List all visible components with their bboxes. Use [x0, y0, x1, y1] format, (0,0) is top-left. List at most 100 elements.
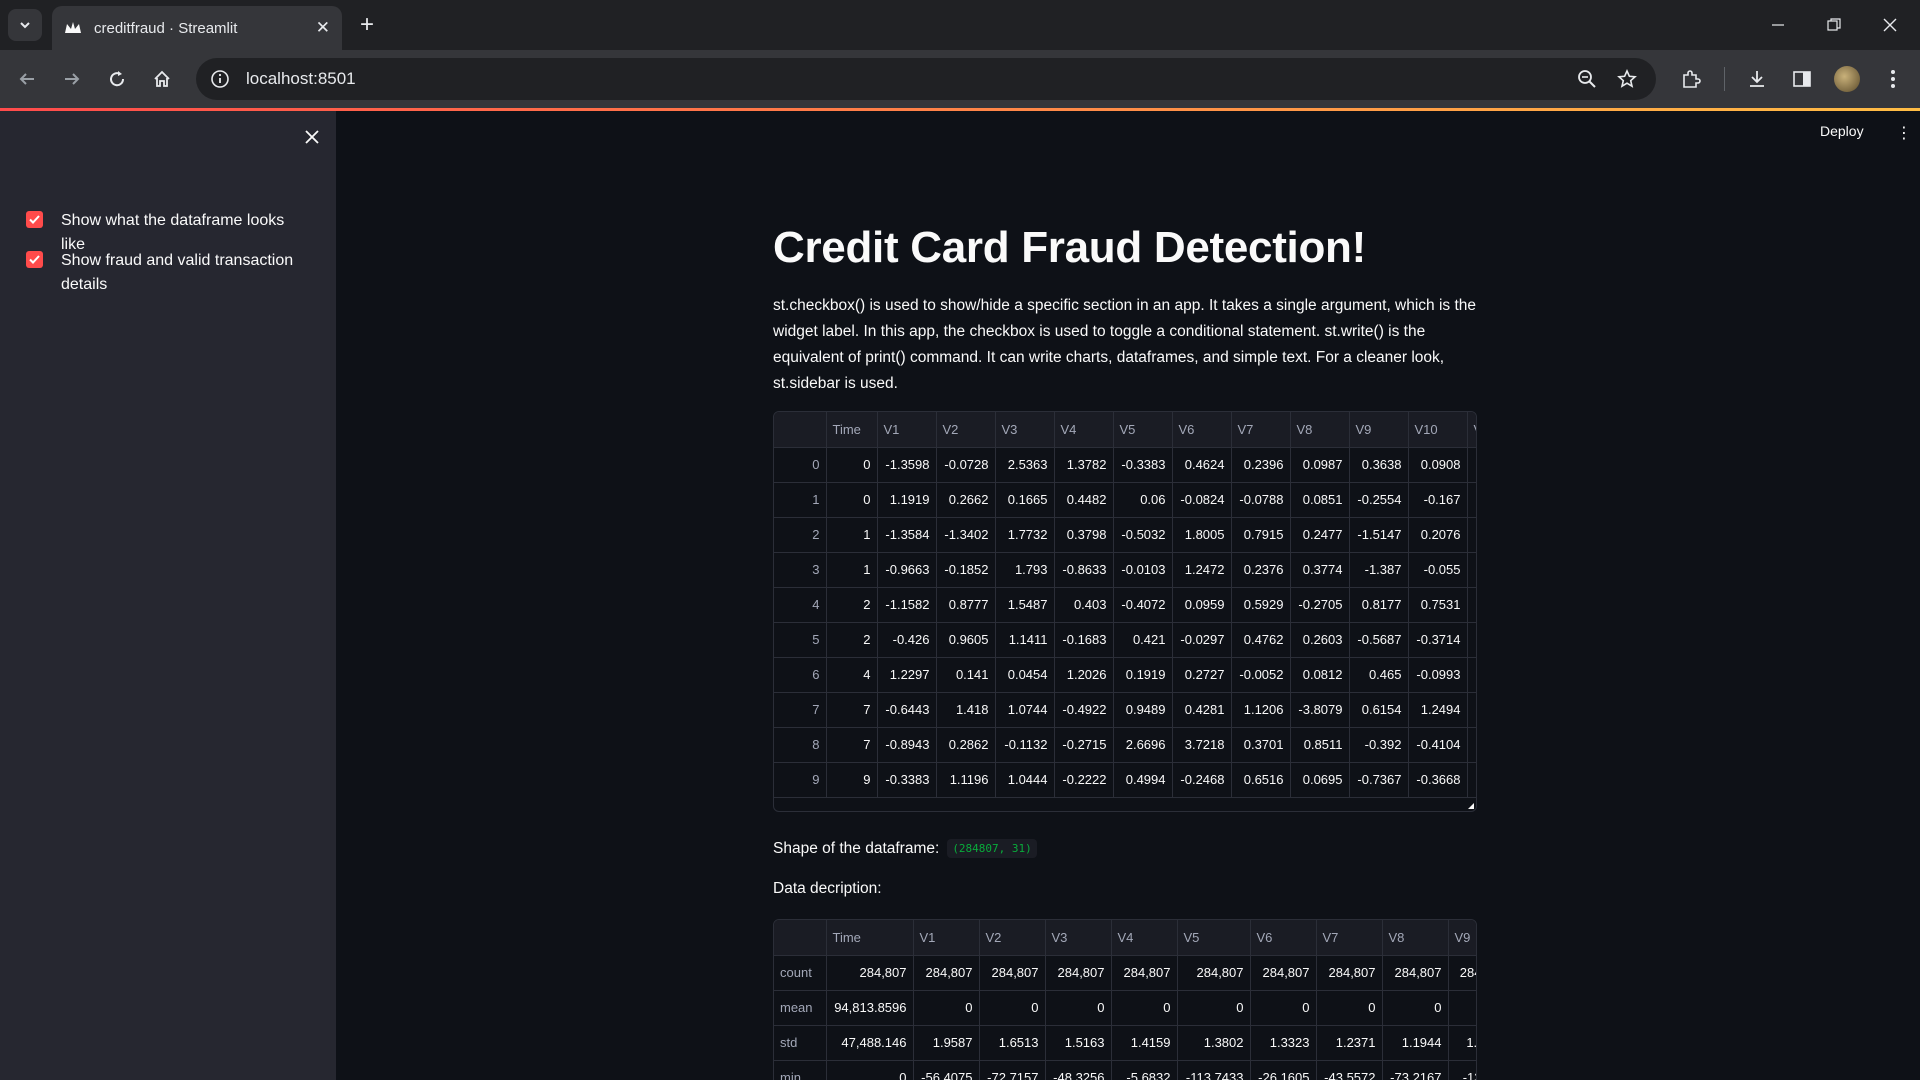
table-cell[interactable]: 0: [1045, 990, 1112, 1026]
table-cell[interactable]: 284,807: [913, 955, 980, 991]
table-cell[interactable]: 94,813.8596: [826, 990, 914, 1026]
table-cell[interactable]: 0: [913, 990, 980, 1026]
table-cell[interactable]: 1.(: [1448, 1025, 1476, 1061]
table-cell[interactable]: 1.4159: [1111, 1025, 1178, 1061]
table-cell[interactable]: 0.0851: [1290, 482, 1350, 518]
table-cell[interactable]: 1.6513: [979, 1025, 1046, 1061]
table-cell[interactable]: [1448, 990, 1476, 1026]
table-cell[interactable]: 1.793: [995, 552, 1055, 588]
table-cell[interactable]: -0.0824: [1172, 482, 1232, 518]
table-cell[interactable]: -0.0297: [1172, 622, 1232, 658]
table-cell[interactable]: 284,807: [1316, 955, 1383, 991]
table-cell[interactable]: 284,807: [1177, 955, 1251, 991]
column-header[interactable]: V2: [936, 412, 996, 448]
table-cell[interactable]: -0.2468: [1172, 762, 1232, 798]
table-cell[interactable]: -: [1467, 552, 1476, 588]
table-cell[interactable]: 9: [826, 762, 878, 798]
restore-button[interactable]: [1814, 10, 1854, 40]
table-cell[interactable]: 284,807: [979, 955, 1046, 991]
table-cell[interactable]: 47,488.146: [826, 1025, 914, 1061]
table-cell[interactable]: 1.2026: [1054, 657, 1114, 693]
table-cell[interactable]: 0: [1382, 990, 1449, 1026]
table-cell[interactable]: 0.8511: [1290, 727, 1350, 763]
table-cell[interactable]: 0.7531: [1408, 587, 1468, 623]
table-cell[interactable]: -0.5687: [1349, 622, 1409, 658]
checkbox-checked-icon[interactable]: [26, 211, 43, 228]
table-cell[interactable]: -0.1683: [1054, 622, 1114, 658]
table-cell[interactable]: -26.1605: [1250, 1060, 1317, 1080]
minimize-button[interactable]: [1758, 10, 1798, 40]
table-cell[interactable]: 0: [1316, 990, 1383, 1026]
extensions-button[interactable]: [1674, 62, 1708, 96]
table-cell[interactable]: 0.0987: [1290, 447, 1350, 483]
dataframe-preview[interactable]: TimeV1V2V3V4V5V6V7V8V9V10V00-1.3598-0.07…: [773, 411, 1477, 812]
table-cell[interactable]: 0.9489: [1113, 692, 1173, 728]
column-header[interactable]: V7: [1231, 412, 1291, 448]
table-cell[interactable]: -1.3598: [877, 447, 937, 483]
table-cell[interactable]: 284,807: [1111, 955, 1178, 991]
resize-handle[interactable]: [1468, 803, 1474, 809]
table-cell[interactable]: 0.4994: [1113, 762, 1173, 798]
table-cell[interactable]: 1.8005: [1172, 517, 1232, 553]
table-cell[interactable]: -0.5032: [1113, 517, 1173, 553]
table-cell[interactable]: 0.0812: [1290, 657, 1350, 693]
table-cell[interactable]: 1.1944: [1382, 1025, 1449, 1061]
table-cell[interactable]: 0.0695: [1290, 762, 1350, 798]
table-cell[interactable]: -0.9663: [877, 552, 937, 588]
table-cell[interactable]: -: [1467, 727, 1476, 763]
table-cell[interactable]: -: [1467, 657, 1476, 693]
back-button[interactable]: [10, 62, 44, 96]
table-cell[interactable]: -1.387: [1349, 552, 1409, 588]
table-cell[interactable]: 0.4482: [1054, 482, 1114, 518]
sidebar-close-button[interactable]: [300, 125, 324, 149]
table-cell[interactable]: 1.1196: [936, 762, 996, 798]
downloads-button[interactable]: [1740, 62, 1774, 96]
table-cell[interactable]: 3.7218: [1172, 727, 1232, 763]
table-cell[interactable]: 0: [979, 990, 1046, 1026]
table-cell[interactable]: -0.392: [1349, 727, 1409, 763]
table-cell[interactable]: -0.8943: [877, 727, 937, 763]
table-cell[interactable]: 284,807: [1382, 955, 1449, 991]
forward-button[interactable]: [55, 62, 89, 96]
table-cell[interactable]: 0.421: [1113, 622, 1173, 658]
column-header[interactable]: V6: [1250, 920, 1317, 956]
close-window-button[interactable]: [1870, 10, 1910, 40]
table-cell[interactable]: -3.8079: [1290, 692, 1350, 728]
table-cell[interactable]: 0.2396: [1231, 447, 1291, 483]
column-header[interactable]: Time: [826, 920, 914, 956]
address-bar[interactable]: localhost:8501: [196, 58, 1656, 100]
table-cell[interactable]: 1.2494: [1408, 692, 1468, 728]
column-header[interactable]: V9: [1448, 920, 1476, 956]
table-cell[interactable]: -5.6832: [1111, 1060, 1178, 1080]
table-cell[interactable]: -0.0993: [1408, 657, 1468, 693]
table-cell[interactable]: 1.0444: [995, 762, 1055, 798]
table-cell[interactable]: 0.2727: [1172, 657, 1232, 693]
table-cell[interactable]: 0.2603: [1290, 622, 1350, 658]
table-cell[interactable]: -0.8633: [1054, 552, 1114, 588]
checkbox-show-fraud-details[interactable]: Show fraud and valid transaction details: [26, 249, 311, 297]
table-cell[interactable]: 2: [826, 587, 878, 623]
table-cell[interactable]: 7: [826, 692, 878, 728]
table-cell[interactable]: 0.4624: [1172, 447, 1232, 483]
table-cell[interactable]: -0.3714: [1408, 622, 1468, 658]
table-cell[interactable]: 0.2862: [936, 727, 996, 763]
table-cell[interactable]: 0.2076: [1408, 517, 1468, 553]
profile-button[interactable]: [1830, 62, 1864, 96]
table-cell[interactable]: 0.141: [936, 657, 996, 693]
table-cell[interactable]: 1.9587: [913, 1025, 980, 1061]
table-cell[interactable]: -72.7157: [979, 1060, 1046, 1080]
table-cell[interactable]: -0.2222: [1054, 762, 1114, 798]
table-cell[interactable]: 0.3638: [1349, 447, 1409, 483]
table-cell[interactable]: 0: [1250, 990, 1317, 1026]
checkbox-checked-icon[interactable]: [26, 251, 43, 268]
table-cell[interactable]: -0.4104: [1408, 727, 1468, 763]
table-cell[interactable]: -1.1582: [877, 587, 937, 623]
table-cell[interactable]: 1: [826, 517, 878, 553]
table-cell[interactable]: 2: [826, 622, 878, 658]
table-cell[interactable]: 1: [826, 552, 878, 588]
table-cell[interactable]: -0.1132: [995, 727, 1055, 763]
main-menu-icon[interactable]: ⋮: [1896, 123, 1912, 143]
table-cell[interactable]: 284,807: [1250, 955, 1317, 991]
table-cell[interactable]: -1.3584: [877, 517, 937, 553]
column-header[interactable]: V5: [1113, 412, 1173, 448]
